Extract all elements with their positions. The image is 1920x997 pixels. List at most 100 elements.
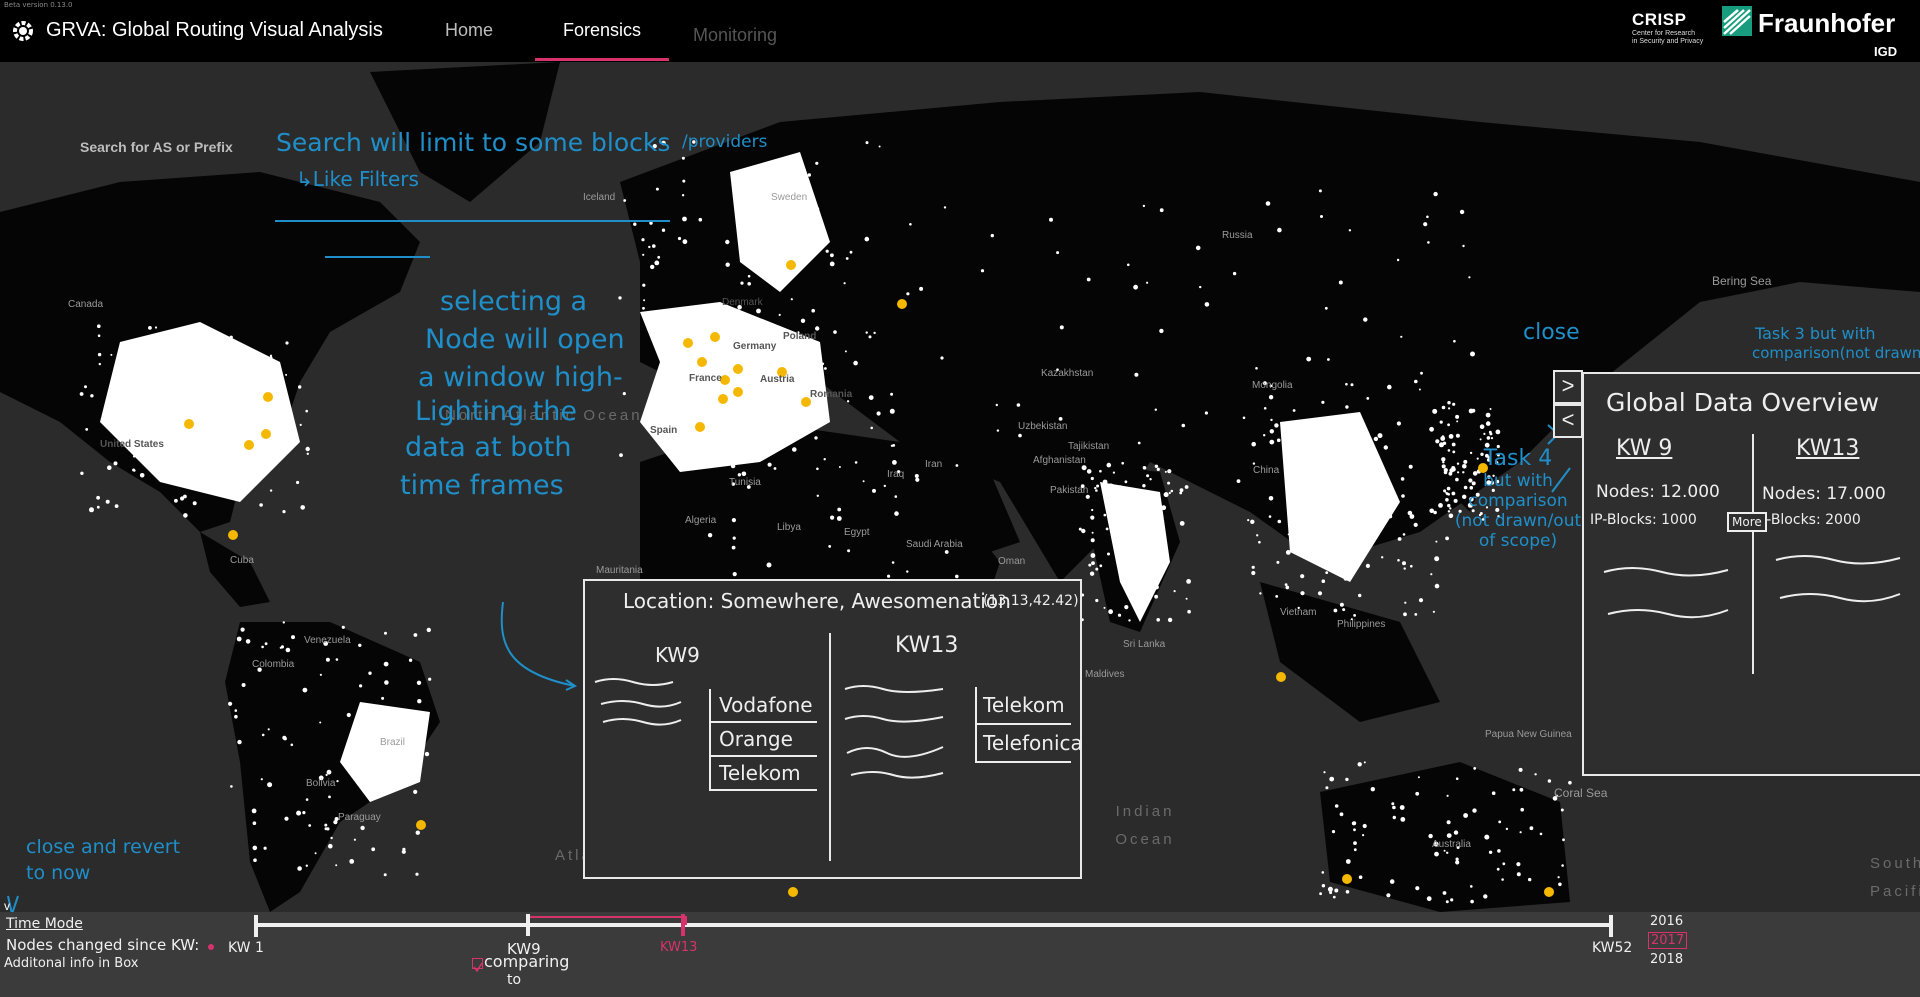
- node-dot[interactable]: [113, 461, 118, 466]
- node-dot[interactable]: [300, 505, 306, 510]
- node-dot[interactable]: [1106, 462, 1112, 468]
- node-dot[interactable]: [1441, 457, 1446, 462]
- provider-row[interactable]: Telekom: [975, 687, 1071, 725]
- node-dot[interactable]: [1435, 439, 1440, 444]
- node-dot[interactable]: [1490, 437, 1494, 440]
- node-dot[interactable]: [1498, 820, 1502, 824]
- node-dot[interactable]: [1331, 830, 1336, 834]
- node-dot[interactable]: [1373, 436, 1379, 442]
- node-dot[interactable]: [873, 331, 876, 335]
- node-dot[interactable]: [682, 239, 688, 245]
- node-dot[interactable]: [1263, 434, 1266, 437]
- node-dot[interactable]: [1442, 461, 1445, 464]
- node-dot[interactable]: [85, 428, 89, 431]
- node-dot[interactable]: [1112, 471, 1115, 474]
- node-dot[interactable]: [1285, 585, 1290, 590]
- node-dot[interactable]: [1144, 539, 1148, 543]
- node-dot[interactable]: [1363, 761, 1366, 764]
- node-dot[interactable]: [1534, 773, 1537, 776]
- node-dot[interactable]: [838, 466, 841, 468]
- node-dot[interactable]: [1137, 441, 1141, 445]
- location-panel[interactable]: Location: Somewhere, Awesomenation (13.1…: [583, 579, 1083, 879]
- node-dot[interactable]: [1404, 601, 1407, 604]
- node-dot[interactable]: [1161, 505, 1167, 511]
- node-dot[interactable]: [1184, 485, 1189, 489]
- node-dot[interactable]: [1427, 241, 1430, 244]
- node-dot[interactable]: [1446, 833, 1452, 838]
- node-dot[interactable]: [698, 217, 703, 222]
- node-dot[interactable]: [325, 657, 330, 662]
- time-mode-label[interactable]: Time Mode: [6, 916, 83, 932]
- node-dot[interactable]: [1400, 477, 1405, 481]
- node-dot[interactable]: [1332, 895, 1336, 899]
- node-dot[interactable]: [1269, 429, 1275, 434]
- node-dot[interactable]: [1516, 862, 1521, 867]
- node-dot[interactable]: [1298, 521, 1303, 527]
- node-dot[interactable]: [707, 533, 713, 538]
- node-dot[interactable]: [821, 362, 825, 366]
- node-dot[interactable]: [1452, 402, 1456, 406]
- node-dot[interactable]: [260, 778, 263, 781]
- node-dot[interactable]: [1470, 899, 1474, 904]
- node-dot[interactable]: [1430, 573, 1433, 576]
- node-dot[interactable]: [766, 562, 772, 568]
- node-dot[interactable]: [731, 518, 737, 523]
- node-dot[interactable]: [1453, 830, 1459, 835]
- node-dot[interactable]: [1153, 560, 1158, 565]
- node-dot[interactable]: [1119, 501, 1123, 505]
- node-dot[interactable]: [1560, 808, 1564, 812]
- node-dot[interactable]: [1329, 891, 1333, 895]
- node-dot[interactable]: [1439, 442, 1444, 448]
- node-dot[interactable]: [1274, 423, 1279, 428]
- node-dot[interactable]: [1142, 466, 1147, 470]
- node-dot[interactable]: [1288, 457, 1293, 462]
- node-dot[interactable]: [1519, 831, 1522, 834]
- node-dot[interactable]: [229, 335, 233, 339]
- node-dot[interactable]: [264, 642, 268, 646]
- node-dot[interactable]: [190, 333, 194, 337]
- node-dot[interactable]: [891, 561, 895, 564]
- node-dot[interactable]: [816, 494, 819, 497]
- node-dot[interactable]: [740, 281, 744, 285]
- node-dot[interactable]: [1151, 574, 1156, 578]
- node-dot[interactable]: [1459, 209, 1465, 215]
- node-dot[interactable]: [619, 453, 623, 457]
- node-dot[interactable]: [1400, 335, 1403, 338]
- node-dot[interactable]: [1396, 258, 1400, 262]
- node-dot[interactable]: [1402, 533, 1406, 536]
- node-dot[interactable]: [1529, 826, 1534, 831]
- node-dot[interactable]: [1132, 507, 1135, 511]
- fraunhofer-logo[interactable]: Fraunhofer IGD: [1722, 6, 1897, 59]
- node-dot[interactable]: [234, 714, 238, 719]
- node-dot[interactable]: [1095, 489, 1098, 492]
- node-dot[interactable]: [887, 574, 891, 578]
- node-dot[interactable]: [204, 386, 207, 390]
- node-dot[interactable]: [1127, 263, 1130, 267]
- node-dot[interactable]: [393, 727, 398, 732]
- node-dot[interactable]: [269, 356, 273, 360]
- node-dot[interactable]: [1488, 430, 1492, 434]
- node-dot[interactable]: [1173, 590, 1176, 593]
- node-dot[interactable]: [1164, 470, 1167, 473]
- node-dot[interactable]: [290, 743, 294, 747]
- node-dot[interactable]: [890, 392, 894, 396]
- node-dot[interactable]: [1410, 564, 1413, 568]
- node-dot[interactable]: [767, 462, 772, 467]
- node-dot[interactable]: [1016, 403, 1021, 407]
- node-dot[interactable]: [296, 810, 302, 816]
- node-dot[interactable]: [353, 838, 356, 841]
- node-dot[interactable]: [865, 141, 869, 145]
- node-dot[interactable]: [1090, 553, 1096, 558]
- node-dot[interactable]: [1269, 439, 1275, 445]
- node-dot[interactable]: [1104, 497, 1109, 501]
- node-dot[interactable]: [1049, 217, 1053, 222]
- node-dot[interactable]: [1146, 281, 1149, 284]
- node-dot[interactable]: [286, 426, 290, 430]
- node-dot[interactable]: [1413, 522, 1418, 527]
- node-dot[interactable]: [1159, 208, 1164, 213]
- node-dot[interactable]: [114, 504, 119, 508]
- node-dot[interactable]: [1363, 317, 1368, 322]
- node-dot[interactable]: [1124, 480, 1128, 484]
- node-dot[interactable]: [682, 179, 686, 183]
- node-dot[interactable]: [889, 408, 895, 414]
